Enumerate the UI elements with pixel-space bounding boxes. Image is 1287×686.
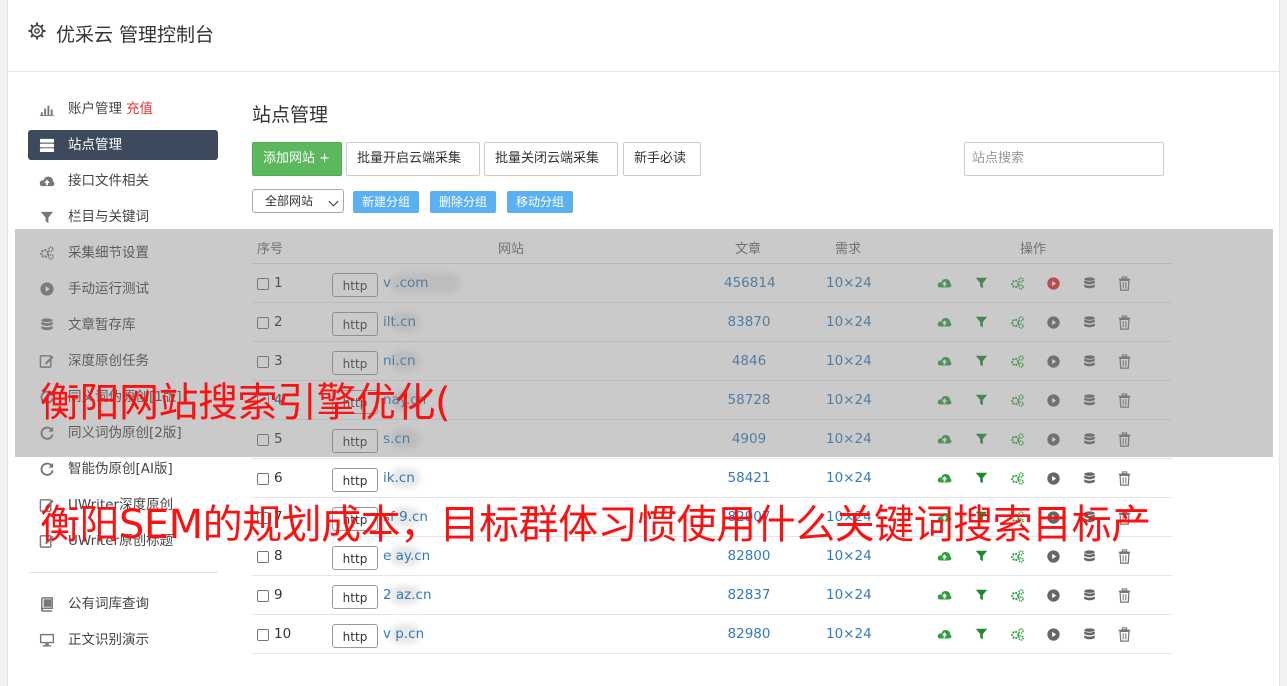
row-checkbox[interactable]	[257, 473, 269, 485]
filter-icon	[40, 211, 54, 224]
page-title: 站点管理	[252, 104, 329, 126]
gears-icon[interactable]	[1010, 627, 1025, 642]
row-index: 6	[274, 470, 283, 486]
demand-value[interactable]: 10×24	[826, 587, 872, 603]
sidebar-item-1[interactable]: 站点管理	[28, 130, 218, 160]
sidebar-item-label: 栏目与关键词	[68, 209, 149, 225]
chevron-down-icon	[328, 196, 339, 207]
trash-icon[interactable]	[1117, 549, 1132, 564]
row-index: 9	[274, 587, 283, 603]
trash-icon[interactable]	[1117, 588, 1132, 603]
row-checkbox[interactable]	[257, 629, 269, 641]
sidebar-item-label: 公有词库查询	[68, 596, 149, 612]
site-link[interactable]: e ay.cn	[383, 548, 430, 564]
cloud-upload-icon[interactable]	[937, 549, 952, 564]
app-title: 优采云 管理控制台	[56, 24, 215, 46]
sidebar-item-10[interactable]: 智能伪原创[AI版]	[28, 454, 218, 490]
http-badge[interactable]: http	[332, 585, 378, 609]
play-icon[interactable]	[1046, 471, 1061, 486]
filter-icon[interactable]	[974, 471, 989, 486]
new-group-button[interactable]: 新建分组	[353, 191, 420, 213]
http-badge[interactable]: http	[332, 468, 378, 492]
batch-enable-cloud-button[interactable]: 批量开启云端采集	[346, 142, 480, 176]
monitor-icon	[39, 633, 55, 647]
batch-disable-cloud-button[interactable]: 批量关闭云端采集	[484, 142, 618, 176]
server-icon	[39, 138, 55, 153]
row-index: 10	[274, 626, 292, 642]
article-count[interactable]: 58421	[724, 470, 774, 486]
move-group-button[interactable]: 移动分组	[507, 191, 574, 213]
book-icon	[41, 597, 53, 612]
sidebar-item-label: 智能伪原创[AI版]	[68, 461, 173, 477]
table-row: 10 http v p.cn 82980 10×24	[252, 615, 1172, 654]
row-checkbox[interactable]	[257, 590, 269, 602]
database-icon[interactable]	[1082, 549, 1097, 564]
overlay-headline: 衡阳网站搜索引擎优化(	[40, 380, 451, 426]
database-icon[interactable]	[1082, 471, 1097, 486]
sidebar-item-label: 接口文件相关	[68, 173, 149, 189]
http-badge[interactable]: http	[332, 624, 378, 648]
sidebar-item-0[interactable]: 账户管理 充值	[28, 94, 218, 130]
group-select[interactable]: 全部网站	[252, 189, 344, 213]
bar-chart-icon	[39, 105, 55, 117]
site-search-input[interactable]: 站点搜索	[964, 142, 1164, 176]
sidebar-item-label: 账户管理	[68, 101, 122, 117]
sidebar-item-2[interactable]: 接口文件相关	[28, 166, 218, 202]
cloud-upload-icon[interactable]	[937, 627, 952, 642]
site-link[interactable]: ik.cn	[383, 470, 415, 486]
cloud-upload-icon	[39, 176, 55, 187]
play-icon[interactable]	[1046, 588, 1061, 603]
site-link[interactable]: 2 az.cn	[383, 587, 432, 603]
sidebar-item-label: 正文识别演示	[68, 632, 149, 648]
demand-value[interactable]: 10×24	[826, 548, 872, 564]
article-count[interactable]: 82800	[724, 548, 774, 564]
gears-icon[interactable]	[1010, 549, 1025, 564]
article-count[interactable]: 82837	[724, 587, 774, 603]
trash-icon[interactable]	[1117, 471, 1132, 486]
play-icon[interactable]	[1046, 549, 1061, 564]
sidebar-item-bottom-0[interactable]: 公有词库查询	[28, 589, 218, 625]
main-content: 站点管理 添加网站 + 批量开启云端采集 批量关闭云端采集 新手必读 站点搜索 …	[252, 100, 1172, 654]
row-index: 8	[274, 548, 283, 564]
demand-value[interactable]: 10×24	[826, 470, 872, 486]
row-checkbox[interactable]	[257, 551, 269, 563]
delete-group-button[interactable]: 删除分组	[430, 191, 497, 213]
demand-value[interactable]: 10×24	[826, 626, 872, 642]
beginner-guide-button[interactable]: 新手必读	[623, 142, 701, 176]
sidebar-item-label: 站点管理	[68, 137, 122, 153]
site-link[interactable]: v p.cn	[383, 626, 424, 642]
header: 优采云 管理控制台	[8, 0, 1279, 72]
sidebar-divider	[28, 572, 218, 573]
play-icon[interactable]	[1046, 627, 1061, 642]
sidebar-item-bottom-1[interactable]: 正文识别演示	[28, 625, 218, 661]
refresh-icon	[40, 462, 54, 476]
group-select-value: 全部网站	[265, 194, 314, 208]
cloud-upload-icon[interactable]	[937, 588, 952, 603]
article-count[interactable]: 82980	[724, 626, 774, 642]
filter-icon[interactable]	[974, 627, 989, 642]
trash-icon[interactable]	[1117, 627, 1132, 642]
database-icon[interactable]	[1082, 588, 1097, 603]
database-icon[interactable]	[1082, 627, 1097, 642]
table-row: 9 http 2 az.cn 82837 10×24	[252, 576, 1172, 615]
filter-icon[interactable]	[974, 549, 989, 564]
recharge-link[interactable]: 充值	[126, 101, 153, 117]
gears-icon[interactable]	[1010, 588, 1025, 603]
gear-icon	[28, 22, 46, 40]
add-site-button[interactable]: 添加网站 +	[252, 142, 342, 176]
filter-icon[interactable]	[974, 588, 989, 603]
gears-icon[interactable]	[1010, 471, 1025, 486]
overlay-subline: 衡阳SEM的规划成本，目标群体习惯使用什么关键词搜索目标产	[40, 502, 1151, 548]
cloud-upload-icon[interactable]	[937, 471, 952, 486]
